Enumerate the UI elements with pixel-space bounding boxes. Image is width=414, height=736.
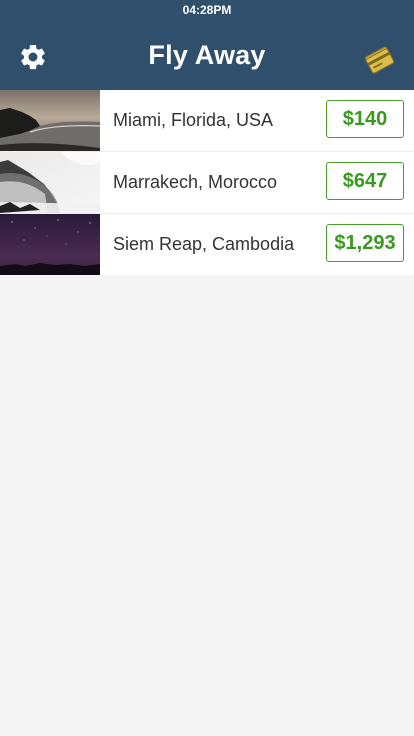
destination-list: Miami, Florida, USA $140 Marrakech, Moro… bbox=[0, 90, 414, 275]
status-bar: 04:28PM bbox=[0, 0, 414, 20]
coast-sunset-photo bbox=[0, 90, 100, 151]
credit-card-icon bbox=[364, 46, 395, 74]
night-sky-photo bbox=[0, 214, 100, 275]
payment-cards-button[interactable] bbox=[362, 42, 396, 76]
destination-row[interactable]: Miami, Florida, USA $140 bbox=[0, 90, 414, 152]
price-button[interactable]: $1,293 bbox=[326, 224, 404, 262]
destination-row[interactable]: Siem Reap, Cambodia $1,293 bbox=[0, 214, 414, 275]
destination-name: Marrakech, Morocco bbox=[113, 172, 278, 192]
destination-name: Miami, Florida, USA bbox=[113, 110, 274, 130]
price-button[interactable]: $647 bbox=[326, 162, 404, 200]
nav-bar: Fly Away bbox=[0, 20, 414, 90]
app-screen: 04:28PM Fly Away Miami, Florida, USA $14… bbox=[0, 0, 414, 736]
misty-mountain-photo bbox=[0, 152, 100, 213]
destination-name: Siem Reap, Cambodia bbox=[113, 234, 295, 254]
destination-row[interactable]: Marrakech, Morocco $647 bbox=[0, 152, 414, 214]
price-button[interactable]: $140 bbox=[326, 100, 404, 138]
app-title: Fly Away bbox=[148, 40, 266, 70]
status-time: 04:28PM bbox=[182, 3, 232, 17]
